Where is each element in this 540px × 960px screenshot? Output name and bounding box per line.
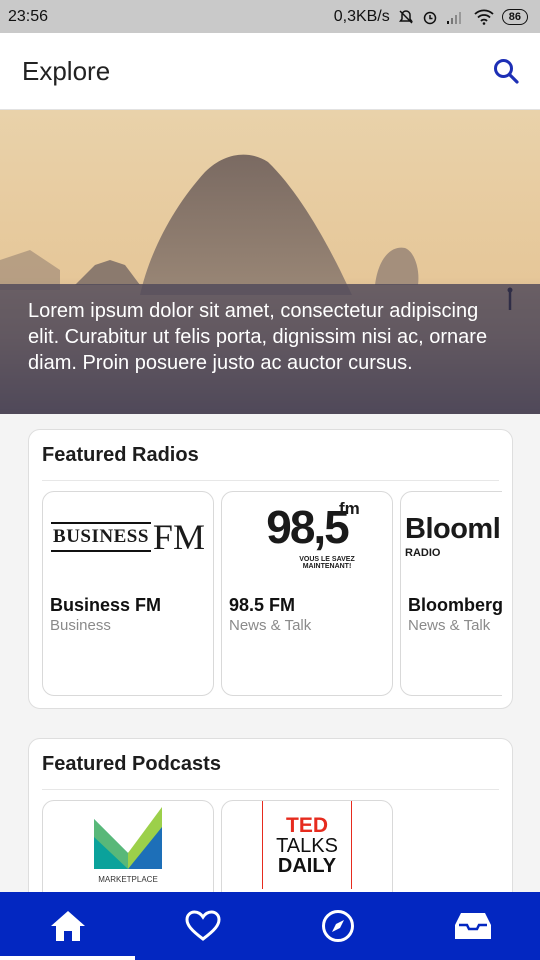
radio-name: Business FM <box>50 595 162 615</box>
radio-name: 98.5 FM <box>229 595 296 615</box>
featured-podcasts-card: Featured Podcasts MARKETPLACE TED TALKS … <box>28 738 513 908</box>
radio-tile-business-fm[interactable]: BUSINESS FM Business FM Business <box>42 491 214 696</box>
status-time: 23:56 <box>8 7 49 25</box>
active-tab-indicator <box>0 956 135 960</box>
page-title: Explore <box>22 55 111 86</box>
nav-favorites[interactable] <box>135 892 270 960</box>
nav-explore[interactable] <box>270 892 405 960</box>
nav-home[interactable] <box>0 892 135 960</box>
home-icon <box>50 911 85 941</box>
radio-category: News & Talk <box>408 617 491 634</box>
business-fm-logo: BUSINESS FM <box>51 517 205 557</box>
section-title: Featured Radios <box>42 444 199 466</box>
divider <box>42 789 499 790</box>
bloomberg-logo: Blooml RADIO <box>405 513 501 560</box>
98-5-fm-logo: 98,5 fm VOUS LE SAVEZ MAINTENANT! <box>266 499 360 570</box>
marketplace-logo: MARKETPLACE <box>43 801 213 889</box>
radio-carousel[interactable]: BUSINESS FM Business FM Business 98,5 fm… <box>42 491 502 697</box>
hero-banner[interactable]: Lorem ipsum dolor sit amet, consectetur … <box>0 110 540 414</box>
bottom-navigation <box>0 892 540 960</box>
status-bar: 23:56 0,3KB/s 86 <box>0 0 540 33</box>
search-icon[interactable] <box>492 57 520 85</box>
radio-category: News & Talk <box>229 617 312 634</box>
radio-category: Business <box>50 617 111 634</box>
status-icons: 0,3KB/s 86 <box>334 8 528 26</box>
wifi-icon <box>474 9 494 25</box>
nav-library[interactable] <box>405 892 540 960</box>
mute-icon <box>398 9 413 24</box>
divider <box>42 480 499 481</box>
inbox-icon <box>454 913 491 939</box>
ted-talks-daily-logo: TED TALKS DAILY <box>222 801 392 889</box>
featured-radios-card: Featured Radios BUSINESS FM Business FM … <box>28 429 513 709</box>
battery-icon: 86 <box>501 8 528 25</box>
radio-tile-bloomberg[interactable]: Blooml RADIO Bloomberg News & Talk <box>400 491 502 696</box>
hero-caption: Lorem ipsum dolor sit amet, consectetur … <box>0 284 540 414</box>
alarm-icon <box>423 11 436 24</box>
app-bar: Explore <box>0 33 540 110</box>
radio-name: Bloomberg <box>408 595 502 615</box>
marketplace-mark <box>94 806 162 869</box>
heart-icon <box>184 910 221 941</box>
radio-tile-98-5-fm[interactable]: 98,5 fm VOUS LE SAVEZ MAINTENANT! 98.5 F… <box>221 491 393 696</box>
signal-icon <box>446 11 461 24</box>
section-title: Featured Podcasts <box>42 753 221 775</box>
compass-icon <box>321 910 354 942</box>
network-speed: 0,3KB/s <box>333 7 390 25</box>
